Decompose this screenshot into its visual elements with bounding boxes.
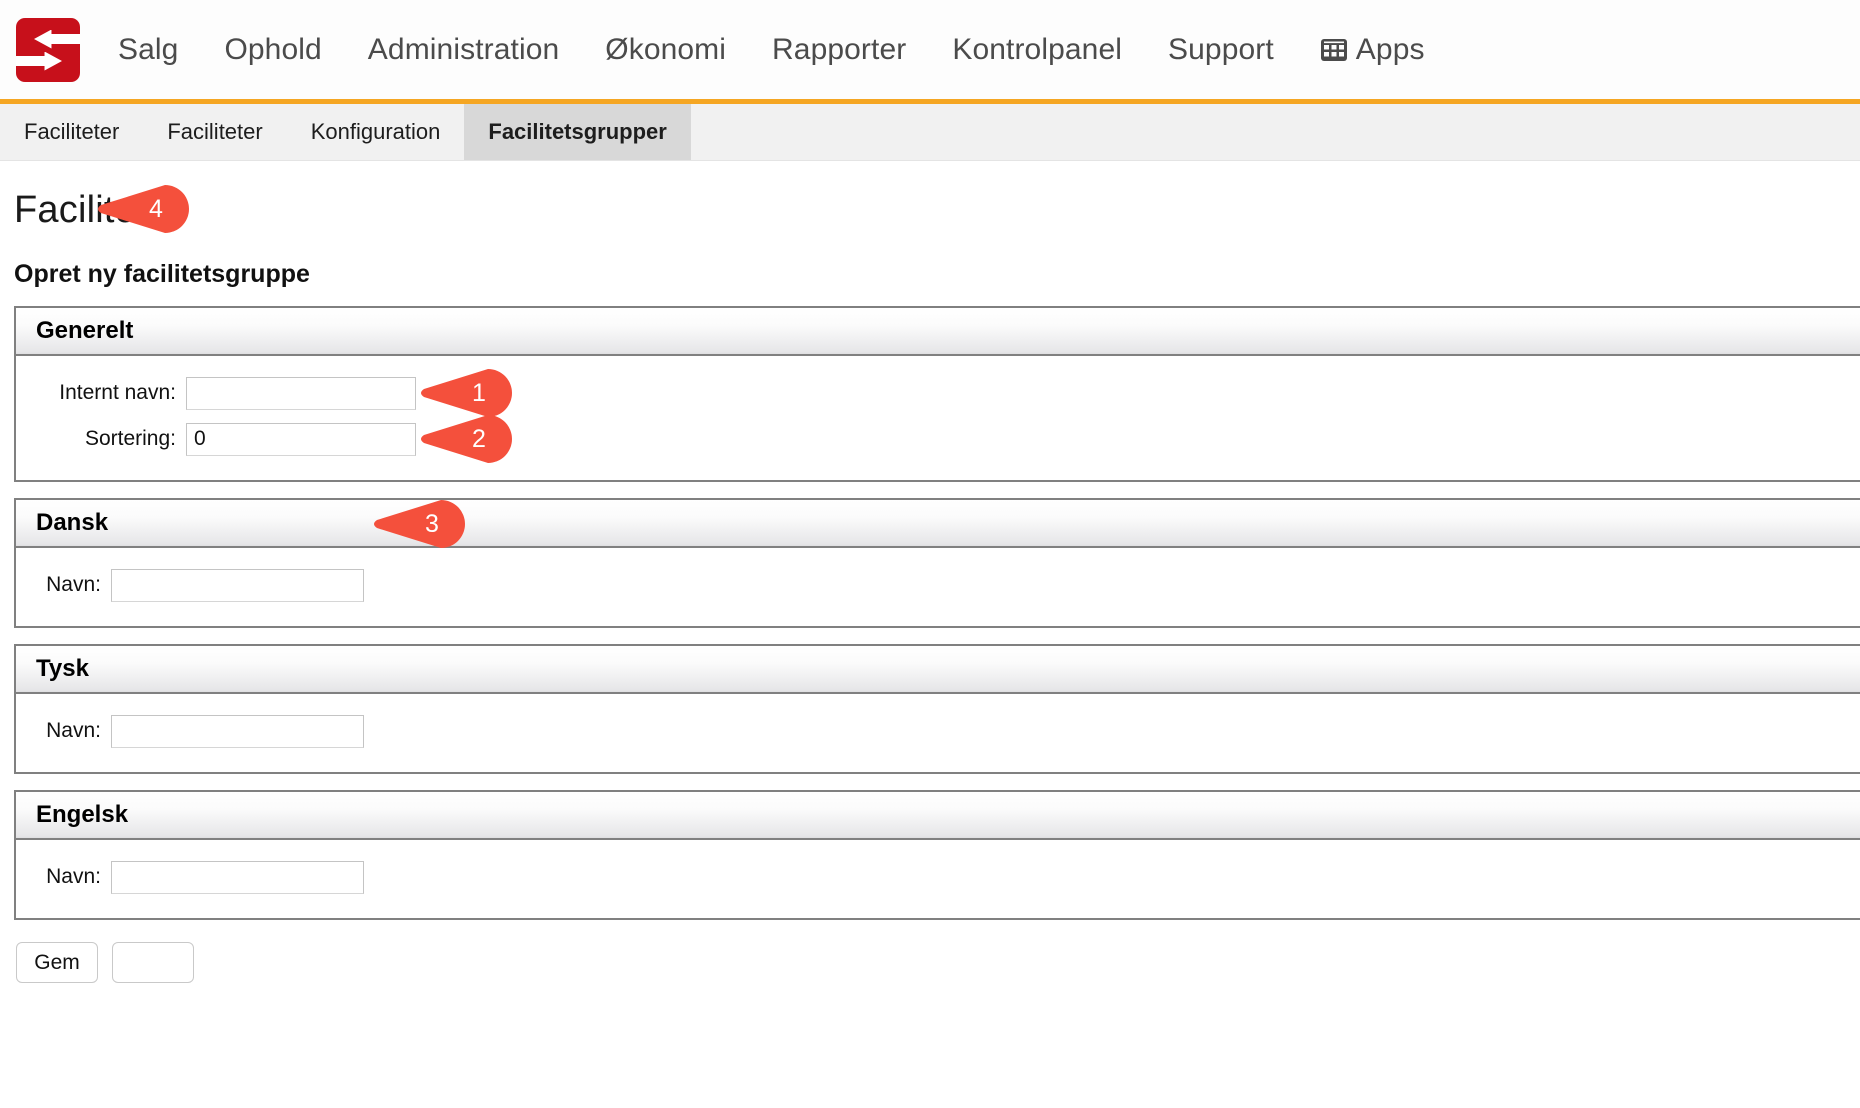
form-row-engelsk-navn: Navn: (16, 854, 1860, 900)
page-subtitle: Opret ny facilitetsgruppe (14, 260, 310, 288)
generelt-section-title: Generelt (36, 317, 134, 344)
tab-faciliteter-2[interactable]: Faciliteter (143, 104, 286, 160)
tab-konfiguration[interactable]: Konfiguration (287, 104, 465, 160)
nav-item-apps-label: Apps (1355, 32, 1425, 66)
engelsk-section-body: Navn: (16, 840, 1860, 918)
callout-marker-1-number: 1 (472, 378, 486, 407)
form-row-tysk-navn: Navn: (16, 708, 1860, 754)
tysk-section-body: Navn: (16, 694, 1860, 772)
sortering-label: Sortering: (84, 427, 176, 450)
section-tysk: Tysk Navn: (14, 644, 1860, 774)
nav-item-rapporter[interactable]: Rapporter (772, 33, 906, 67)
nav-item-apps[interactable]: Apps (1320, 33, 1425, 67)
secondary-button[interactable] (112, 942, 194, 983)
sub-tab-bar: Faciliteter Faciliteter Konfiguration Fa… (0, 104, 1860, 161)
nav-item-ophold[interactable]: Ophold (224, 33, 321, 67)
nav-item-administration[interactable]: Administration (368, 33, 559, 67)
callout-marker-3: 3 (371, 498, 467, 550)
page-title: Faciliteter (14, 189, 181, 231)
tysk-navn-label: Navn: (46, 719, 101, 742)
internt-navn-label: Internt navn: (59, 381, 176, 404)
engelsk-navn-input[interactable] (111, 860, 364, 894)
dansk-section-title: Dansk (36, 509, 109, 536)
callout-marker-2: 2 (418, 413, 514, 465)
engelsk-navn-label: Navn: (46, 865, 101, 888)
nav-item-okonomi[interactable]: Økonomi (605, 33, 726, 67)
dansk-section-header: Dansk 3 (16, 500, 1860, 548)
tab-facilitetsgrupper[interactable]: Facilitetsgrupper (464, 104, 691, 160)
top-navigation-bar: Salg Ophold Administration Økonomi Rappo… (0, 0, 1860, 104)
servicebooking-logo[interactable] (16, 17, 80, 82)
dansk-section-body: Navn: (16, 548, 1860, 626)
sortering-input[interactable] (186, 422, 416, 456)
nav-item-salg[interactable]: Salg (118, 33, 178, 67)
arrow-left-icon (34, 29, 80, 49)
callout-marker-2-number: 2 (472, 424, 486, 453)
internt-navn-input[interactable] (186, 376, 416, 410)
tysk-navn-input[interactable] (111, 714, 364, 748)
dansk-navn-input[interactable] (111, 568, 364, 602)
nav-item-kontrolpanel[interactable]: Kontrolpanel (952, 33, 1122, 67)
callout-marker-3-number: 3 (425, 509, 439, 538)
form-row-dansk-navn: Navn: (16, 562, 1860, 608)
form-row-internt-navn: Internt navn: 1 (16, 367, 1860, 419)
tab-faciliteter-1[interactable]: Faciliteter (0, 104, 143, 160)
tysk-section-header: Tysk (16, 646, 1860, 694)
page-content: Faciliteter Opret ny facilitetsgruppe Ge… (0, 185, 1860, 983)
section-dansk: Dansk 3 Navn: (14, 498, 1860, 628)
form-button-bar: Gem 4 (14, 185, 1846, 983)
grid-icon (1320, 36, 1348, 64)
tysk-section-title: Tysk (36, 655, 89, 682)
callout-marker-1: 1 (418, 367, 514, 419)
generelt-section-body: Internt navn: 1 Sortering: 0 2 (16, 356, 1860, 480)
section-engelsk: Engelsk Navn: (14, 790, 1860, 920)
form-row-sortering: Sortering: 2 (16, 413, 1860, 465)
engelsk-section-title: Engelsk (36, 801, 129, 828)
arrow-right-icon (16, 51, 62, 71)
section-generelt: Generelt Internt navn: 1 Sortering: 0 2 (14, 306, 1860, 482)
generelt-section-header: Generelt (16, 308, 1860, 356)
dansk-navn-label: Navn: (46, 573, 101, 596)
engelsk-section-header: Engelsk (16, 792, 1860, 840)
nav-item-support[interactable]: Support (1168, 33, 1274, 67)
gem-button[interactable]: Gem (16, 942, 98, 983)
